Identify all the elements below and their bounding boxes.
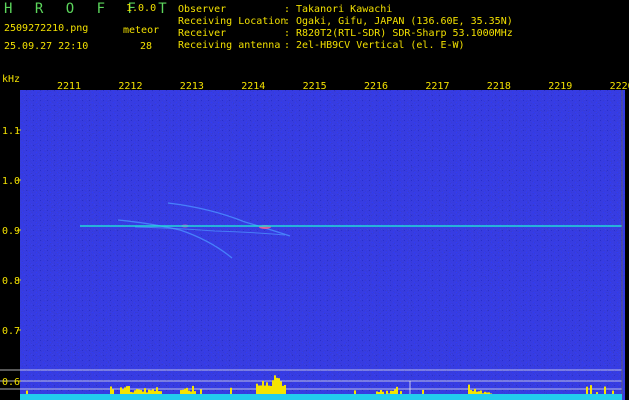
x-tick-label: 2213 [180, 81, 204, 92]
meteor-label: meteor [123, 25, 160, 36]
info-label-antenna: Receiving antenna [178, 40, 281, 51]
info-label-location: Receiving Location [178, 16, 287, 27]
level-baseline [20, 394, 622, 400]
spectrogram-panel: kHz 1.1 1.0 0.9 0.8 0.7 0.6 2211 2212 2213 2214 2… [0, 74, 629, 400]
info-label-receiver: Receiver [178, 28, 227, 39]
info-separator: : [284, 4, 291, 15]
x-tick-label: 2218 [487, 81, 511, 92]
info-label-observer: Observer [178, 4, 227, 15]
y-tick-label: 1.0 [2, 176, 20, 187]
image-filename: 2509272210.png [4, 23, 89, 34]
y-tick-label: 0.9 [2, 226, 20, 237]
x-tick-label: 2211 [57, 81, 81, 92]
x-tick-label: 2217 [425, 81, 449, 92]
info-separator: : [284, 16, 291, 27]
y-tick-label: 1.1 [2, 126, 20, 137]
y-axis-ticks: 1.1 1.0 0.9 0.8 0.7 0.6 [2, 126, 21, 388]
info-value-location: Ogaki, Gifu, JAPAN (136.60E, 35.35N) [296, 16, 513, 27]
capture-datetime: 25.09.27 22:10 [4, 41, 89, 52]
info-value-antenna: 2el-HB9CV Vertical (el. E-W) [296, 40, 465, 51]
x-tick-label: 2220 [610, 81, 629, 92]
meteor-count: 28 [140, 41, 153, 52]
y-tick-label: 0.8 [2, 276, 20, 287]
info-value-observer: Takanori Kawachi [296, 4, 393, 15]
spectrogram-specks [20, 90, 625, 400]
info-value-receiver: R820T2(RTL-SDR) SDR-Sharp 53.1000MHz [296, 28, 513, 39]
app-version: 1.0.0 [126, 3, 157, 14]
y-axis-unit: kHz [2, 74, 20, 85]
x-tick-label: 2215 [303, 81, 327, 92]
header-panel: H R O F F T 1.0.0 2509272210.png 25.09.2… [0, 0, 629, 72]
x-tick-label: 2212 [118, 81, 142, 92]
info-separator: : [284, 40, 291, 51]
y-tick-label: 0.7 [2, 326, 20, 337]
x-tick-label: 2214 [241, 81, 265, 92]
x-tick-label: 2216 [364, 81, 388, 92]
x-tick-label: 2219 [548, 81, 572, 92]
y-tick-label: 0.6 [2, 377, 20, 388]
info-separator: : [284, 28, 291, 39]
